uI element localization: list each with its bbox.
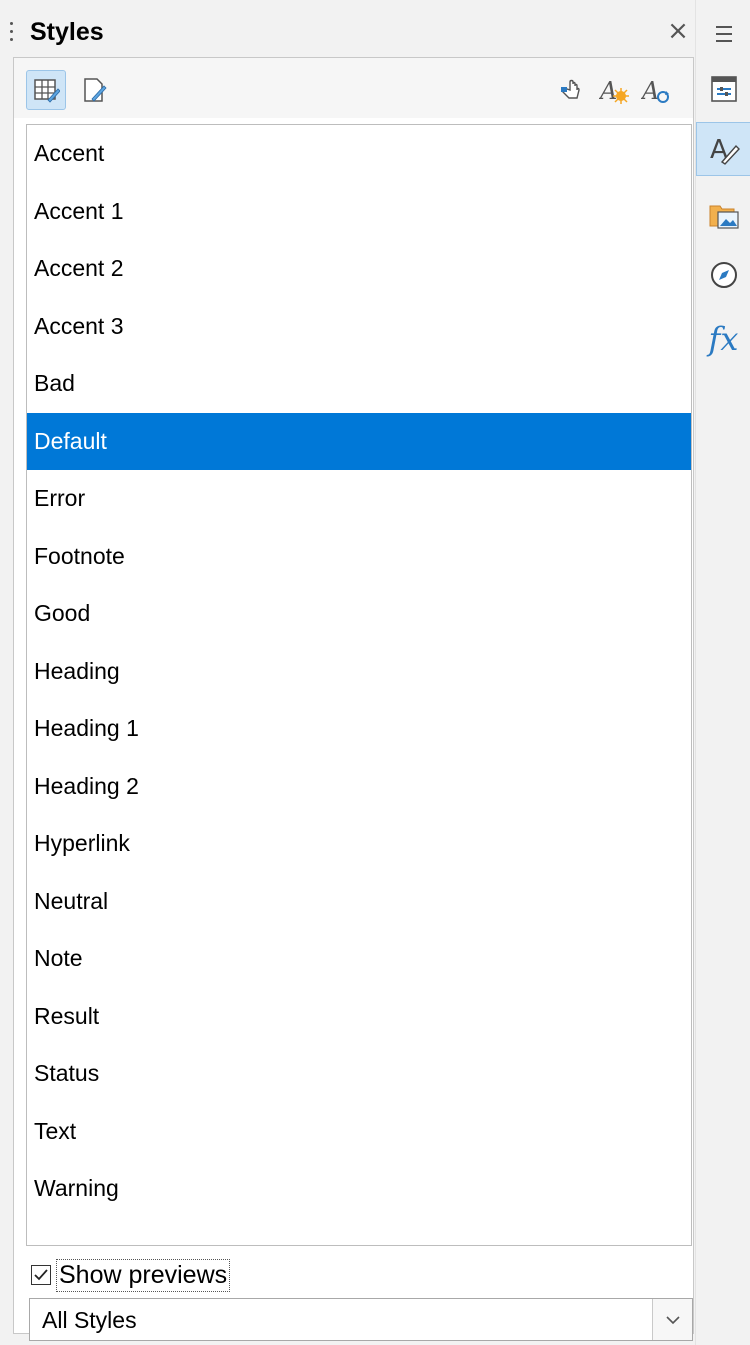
update-style-icon: A [641, 77, 669, 105]
dropdown-arrow-button[interactable] [652, 1299, 692, 1340]
style-item[interactable]: Heading 2 [27, 758, 691, 816]
cell-styles-button[interactable] [26, 70, 66, 110]
style-item[interactable]: Footnote [27, 528, 691, 586]
styles-list[interactable]: Accent Accent 1 Accent 2 Accent 3 Bad Default… [26, 124, 692, 1246]
tab-gallery[interactable] [696, 189, 750, 243]
page-styles-icon [84, 78, 107, 102]
sidebar-menu-icon[interactable] [716, 26, 732, 47]
style-item[interactable]: Status [27, 1045, 691, 1103]
style-item[interactable]: Result [27, 988, 691, 1046]
svg-text:A: A [641, 77, 659, 105]
fill-format-mode-button[interactable] [552, 70, 592, 110]
new-style-button[interactable]: A [594, 70, 634, 110]
style-item[interactable]: Bad [27, 355, 691, 413]
tab-functions[interactable]: fx [696, 312, 750, 366]
style-item[interactable]: Note [27, 930, 691, 988]
tab-navigator[interactable] [696, 248, 750, 302]
panel-title: Styles [30, 18, 104, 46]
sidebar-tabbar: A fx [695, 0, 750, 1345]
svg-text:A: A [599, 77, 617, 105]
properties-icon [710, 76, 737, 102]
style-item[interactable]: Error [27, 470, 691, 528]
style-item[interactable]: Accent 2 [27, 240, 691, 298]
style-item[interactable]: Heading [27, 643, 691, 701]
style-item[interactable]: Neutral [27, 873, 691, 931]
page-styles-button[interactable] [74, 70, 114, 110]
chevron-down-icon [665, 1315, 680, 1324]
gallery-icon [709, 205, 739, 229]
navigator-icon [710, 262, 737, 288]
tab-styles[interactable]: A [696, 122, 750, 176]
style-item[interactable]: Accent 3 [27, 298, 691, 356]
style-item[interactable]: Text [27, 1103, 691, 1161]
new-style-from-selection-icon: A [599, 77, 629, 105]
style-filter-dropdown[interactable]: All Styles [29, 1298, 693, 1341]
style-item[interactable]: Hyperlink [27, 815, 691, 873]
style-item[interactable]: Default [27, 412, 691, 470]
fill-format-mode-icon [561, 79, 580, 99]
style-item[interactable]: Good [27, 585, 691, 643]
show-previews-checkbox[interactable] [31, 1265, 51, 1285]
style-item[interactable]: Accent 1 [27, 183, 691, 241]
styles-deck: Styles × A A Accent Accent 1 Accent 2 Ac… [0, 0, 695, 1345]
update-style-button[interactable]: A [636, 70, 676, 110]
tab-properties[interactable] [696, 62, 750, 116]
style-item[interactable]: Warning [27, 1160, 691, 1218]
drag-grip-icon[interactable] [10, 22, 14, 46]
styles-icon: A [710, 135, 740, 165]
styles-panel: A A Accent Accent 1 Accent 2 Accent 3 Bad Def… [13, 57, 694, 1341]
styles-toolbar: A A [14, 58, 693, 118]
style-item[interactable]: Accent [27, 125, 691, 183]
cell-styles-icon [34, 79, 60, 103]
style-item[interactable]: Heading 1 [27, 700, 691, 758]
functions-icon: fx [708, 320, 739, 358]
checkmark-icon [34, 1269, 48, 1281]
close-button[interactable]: × [665, 16, 691, 46]
show-previews-label[interactable]: Show previews [56, 1258, 231, 1292]
style-filter-value: All Styles [42, 1307, 137, 1333]
show-previews-option[interactable]: Show previews [31, 1258, 231, 1292]
